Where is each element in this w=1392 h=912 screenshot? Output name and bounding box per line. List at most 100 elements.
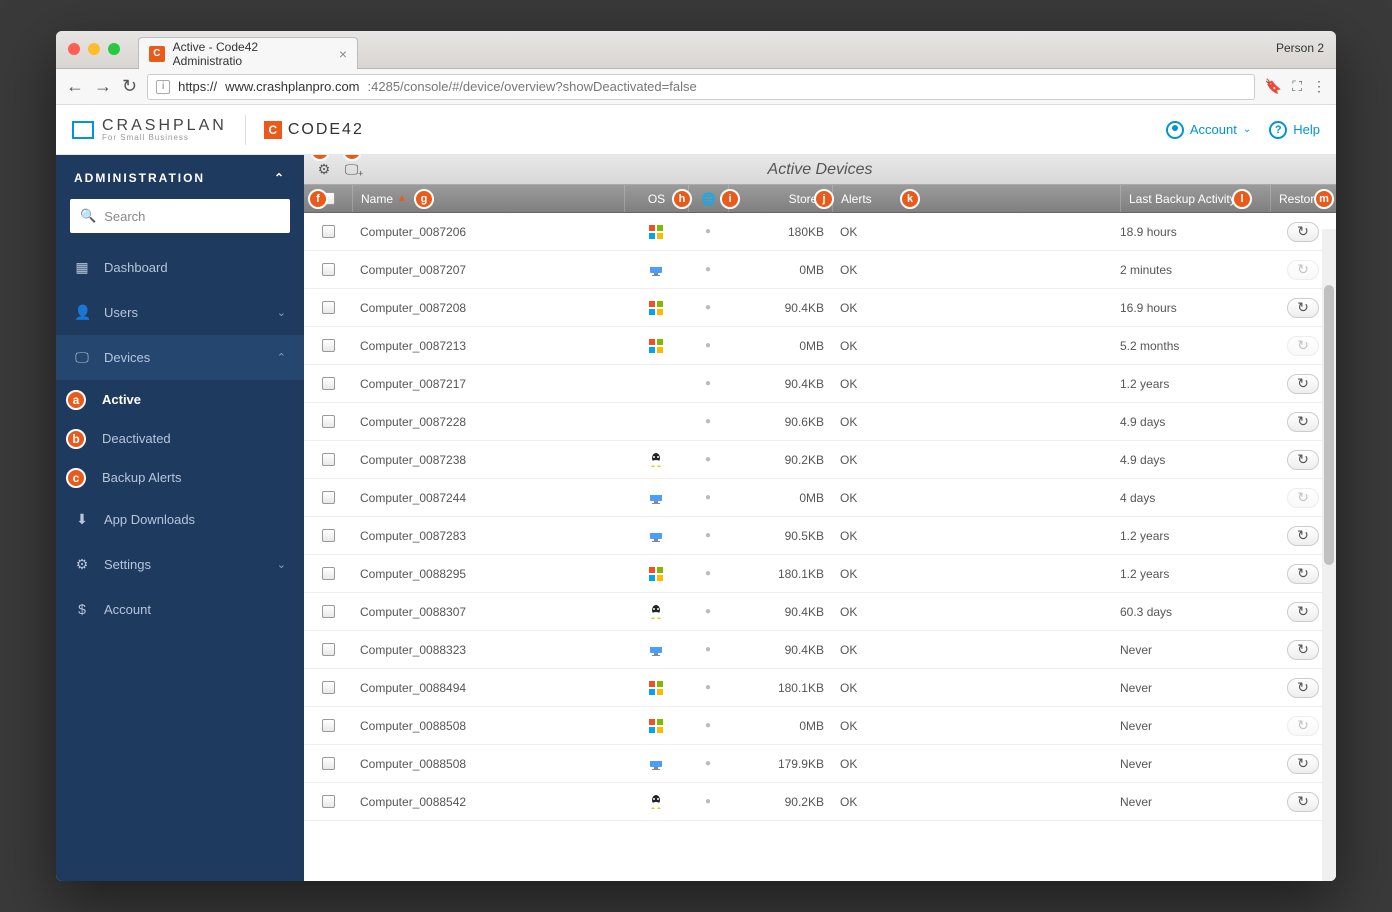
row-checkbox[interactable]	[322, 339, 335, 352]
table-row[interactable]: Computer_0087217●90.4KBOK1.2 years↻	[304, 365, 1336, 403]
device-name[interactable]: Computer_0087213	[352, 339, 624, 353]
table-row[interactable]: Computer_0087213●0MBOK5.2 months↻	[304, 327, 1336, 365]
back-icon[interactable]: ←	[66, 76, 84, 97]
row-checkbox[interactable]	[322, 757, 335, 770]
table-row[interactable]: Computer_0087207●0MBOK2 minutes↻	[304, 251, 1336, 289]
device-name[interactable]: Computer_0088508	[352, 719, 624, 733]
device-name[interactable]: Computer_0087206	[352, 225, 624, 239]
table-row[interactable]: Computer_0087283●90.5KBOK1.2 years↻	[304, 517, 1336, 555]
table-row[interactable]: Computer_0088542●90.2KBOKNever↻	[304, 783, 1336, 821]
browser-tab[interactable]: C Active - Code42 Administratio ×	[138, 37, 358, 69]
table-row[interactable]: Computer_0087206●180KBOK18.9 hours↻	[304, 213, 1336, 251]
add-device-icon[interactable]: 🖵₊	[342, 160, 366, 180]
sidebar-item-users[interactable]: 👤 Users ⌄	[56, 290, 304, 335]
table-row[interactable]: Computer_0087244●0MBOK4 days↻	[304, 479, 1336, 517]
row-checkbox[interactable]	[322, 605, 335, 618]
row-checkbox[interactable]	[322, 225, 335, 238]
restore-button[interactable]: ↻	[1287, 298, 1319, 318]
table-row[interactable]: Computer_0088323●90.4KBOKNever↻	[304, 631, 1336, 669]
sidebar-item-dashboard[interactable]: ▦ Dashboard	[56, 245, 304, 290]
restore-button[interactable]: ↻	[1287, 526, 1319, 546]
search-input[interactable]: 🔍 Search	[70, 199, 290, 233]
device-name[interactable]: Computer_0087217	[352, 377, 624, 391]
reload-icon[interactable]: ↻	[122, 76, 137, 97]
sidebar-subitem-deactivated[interactable]: b Deactivated	[56, 419, 304, 458]
row-checkbox[interactable]	[322, 263, 335, 276]
alerts-cell: OK	[832, 339, 922, 353]
table-row[interactable]: Computer_0088508●0MBOKNever↻	[304, 707, 1336, 745]
table-row[interactable]: Computer_0088307●90.4KBOK60.3 days↻	[304, 593, 1336, 631]
restore-button[interactable]: ↻	[1287, 374, 1319, 394]
restore-button[interactable]: ↻	[1287, 450, 1319, 470]
url-host: www.crashplanpro.com	[225, 79, 359, 94]
sidebar-item-app-downloads[interactable]: ⬇ App Downloads	[56, 497, 304, 542]
table-row[interactable]: Computer_0087228●90.6KBOK4.9 days↻	[304, 403, 1336, 441]
table-row[interactable]: Computer_0088494●180.1KBOKNever↻	[304, 669, 1336, 707]
menu-icon[interactable]: ⋮	[1312, 78, 1326, 95]
stored-cell: 90.4KB	[728, 377, 832, 391]
table-row[interactable]: Computer_0087208●90.4KBOK16.9 hours↻	[304, 289, 1336, 327]
row-checkbox[interactable]	[322, 567, 335, 580]
table-row[interactable]: Computer_0087238●90.2KBOK4.9 days↻	[304, 441, 1336, 479]
row-checkbox[interactable]	[322, 529, 335, 542]
device-name[interactable]: Computer_0087207	[352, 263, 624, 277]
close-window-icon[interactable]	[68, 43, 80, 55]
device-name[interactable]: Computer_0087283	[352, 529, 624, 543]
device-name[interactable]: Computer_0087228	[352, 415, 624, 429]
restore-button[interactable]: ↻	[1287, 222, 1319, 242]
device-name[interactable]: Computer_0088542	[352, 795, 624, 809]
fullscreen-icon[interactable]: ⛶	[1292, 78, 1302, 95]
restore-button[interactable]: ↻	[1287, 602, 1319, 622]
device-name[interactable]: Computer_0088508	[352, 757, 624, 771]
sidebar-item-account[interactable]: $ Account	[56, 587, 304, 631]
restore-button[interactable]: ↻	[1287, 564, 1319, 584]
sidebar-heading[interactable]: ADMINISTRATION ⌃	[56, 171, 304, 199]
address-input[interactable]: i https://www.crashplanpro.com:4285/cons…	[147, 74, 1255, 100]
restore-button[interactable]: ↻	[1287, 678, 1319, 698]
row-checkbox[interactable]	[322, 377, 335, 390]
restore-button[interactable]: ↻	[1287, 792, 1319, 812]
gear-icon[interactable]: ⚙	[312, 160, 336, 180]
maximize-window-icon[interactable]	[108, 43, 120, 55]
alerts-cell: OK	[832, 567, 922, 581]
device-name[interactable]: Computer_0087244	[352, 491, 624, 505]
row-checkbox[interactable]	[322, 491, 335, 504]
device-name[interactable]: Computer_0088295	[352, 567, 624, 581]
row-checkbox[interactable]	[322, 415, 335, 428]
device-name[interactable]: Computer_0088323	[352, 643, 624, 657]
minimize-window-icon[interactable]	[88, 43, 100, 55]
row-checkbox[interactable]	[322, 301, 335, 314]
restore-button[interactable]: ↻	[1287, 412, 1319, 432]
alerts-cell: OK	[832, 719, 922, 733]
tab-close-icon[interactable]: ×	[339, 46, 347, 62]
sidebar-subitem-backup-alerts[interactable]: c Backup Alerts	[56, 458, 304, 497]
help-link[interactable]: ? Help	[1269, 121, 1320, 139]
row-checkbox[interactable]	[322, 719, 335, 732]
col-name[interactable]: Name▲	[352, 185, 624, 212]
device-name[interactable]: Computer_0088494	[352, 681, 624, 695]
sidebar-item-devices[interactable]: 🖵 Devices ⌃	[56, 335, 304, 380]
row-checkbox[interactable]	[322, 643, 335, 656]
sidebar-subitem-active[interactable]: a Active	[56, 380, 304, 419]
row-checkbox[interactable]	[322, 453, 335, 466]
device-name[interactable]: Computer_0088307	[352, 605, 624, 619]
account-menu[interactable]: Account ⌄	[1166, 121, 1251, 139]
profile-label[interactable]: Person 2	[1276, 41, 1324, 55]
table-body[interactable]: Computer_0087206●180KBOK18.9 hours↻Compu…	[304, 213, 1336, 881]
scroll-thumb[interactable]	[1324, 285, 1334, 565]
stored-cell: 180.1KB	[728, 567, 832, 581]
restore-button[interactable]: ↻	[1287, 754, 1319, 774]
row-checkbox[interactable]	[322, 681, 335, 694]
table-row[interactable]: Computer_0088295●180.1KBOK1.2 years↻	[304, 555, 1336, 593]
forward-icon[interactable]: →	[94, 76, 112, 97]
table-row[interactable]: Computer_0088508●179.9KBOKNever↻	[304, 745, 1336, 783]
stored-cell: 180.1KB	[728, 681, 832, 695]
annotation-l: l	[1232, 189, 1252, 209]
device-name[interactable]: Computer_0087208	[352, 301, 624, 315]
device-name[interactable]: Computer_0087238	[352, 453, 624, 467]
restore-button[interactable]: ↻	[1287, 640, 1319, 660]
bookmark-icon[interactable]: 🔖	[1265, 78, 1282, 95]
row-checkbox[interactable]	[322, 795, 335, 808]
sidebar-item-settings[interactable]: ⚙ Settings ⌄	[56, 542, 304, 587]
scrollbar[interactable]	[1322, 229, 1336, 881]
